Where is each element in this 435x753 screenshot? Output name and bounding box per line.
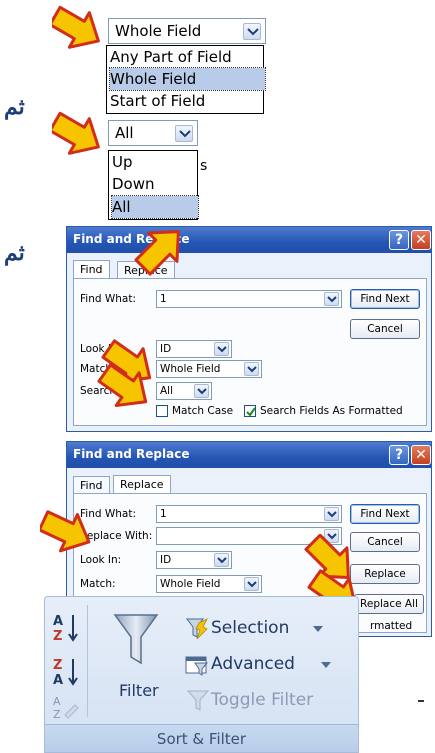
chevron-down-icon[interactable]: [324, 292, 339, 306]
tab-find[interactable]: Find: [73, 260, 110, 279]
replace-dialog-titlebar[interactable]: Find and Replace ? ✕: [67, 442, 431, 468]
advanced-filter-icon[interactable]: [185, 653, 209, 681]
svg-text:Z: Z: [53, 658, 62, 673]
match-select[interactable]: Whole Field: [156, 575, 262, 593]
match-option-whole-field[interactable]: Whole Field: [109, 67, 266, 91]
svg-text:A: A: [53, 695, 61, 708]
match-options-list[interactable]: Any Part of Field Whole Field Start of F…: [106, 45, 266, 114]
close-icon[interactable]: ✕: [411, 230, 431, 250]
chevron-down-icon[interactable]: [243, 23, 261, 40]
cancel-button[interactable]: Cancel: [350, 319, 420, 339]
search-option-all[interactable]: All: [111, 195, 199, 219]
clipped-text: s: [200, 158, 208, 174]
group-footer: Sort & Filter: [45, 724, 358, 752]
replace-dialog-title: Find and Replace: [73, 447, 190, 461]
svg-text:A: A: [53, 673, 63, 688]
chevron-down-icon[interactable]: [313, 626, 323, 632]
advanced-label[interactable]: Advanced: [211, 654, 295, 674]
svg-text:A: A: [53, 614, 63, 629]
search-option-up[interactable]: Up: [112, 151, 196, 173]
match-combo[interactable]: Whole Field: [108, 18, 266, 44]
find-what-label: Find What:: [80, 293, 136, 305]
chevron-down-icon[interactable]: [244, 362, 259, 376]
side-label-then-2: ثم: [4, 240, 25, 266]
sort-ascending-icon[interactable]: AZ: [53, 611, 79, 649]
chevron-down-icon[interactable]: [214, 342, 229, 356]
chevron-down-icon[interactable]: [324, 507, 339, 521]
chevron-down-icon[interactable]: [214, 553, 229, 567]
pointer-arrow-icon: [130, 222, 192, 278]
match-combo-value: Whole Field: [115, 22, 202, 40]
match-label: Match:: [80, 578, 116, 590]
side-label-then-1: ثم: [4, 94, 25, 120]
chevron-down-icon[interactable]: [194, 384, 209, 398]
search-combo[interactable]: All: [108, 120, 198, 146]
toggle-filter-icon[interactable]: [186, 689, 210, 715]
search-combo-value: All: [115, 124, 134, 142]
help-icon[interactable]: ?: [389, 445, 409, 465]
search-formatted-label: Search Fields As Formatted: [260, 405, 403, 417]
toggle-filter-label[interactable]: Toggle Filter: [211, 690, 313, 710]
match-case-label: Match Case: [172, 405, 234, 417]
find-what-input[interactable]: 1: [156, 505, 342, 523]
look-in-select[interactable]: ID: [156, 340, 232, 358]
filter-label[interactable]: Filter: [119, 681, 159, 700]
find-what-input[interactable]: 1: [156, 290, 342, 308]
pointer-arrow-icon: [52, 110, 110, 158]
clear-sort-icon[interactable]: AZ: [53, 693, 79, 725]
pointer-arrow-icon: [40, 510, 99, 554]
find-next-button[interactable]: Find Next: [350, 504, 420, 524]
sort-descending-icon[interactable]: ZA: [53, 655, 79, 693]
close-icon[interactable]: ✕: [411, 445, 431, 465]
tab-replace[interactable]: Replace: [113, 475, 171, 494]
search-formatted-checkbox[interactable]: [244, 405, 256, 417]
match-option-any-part[interactable]: Any Part of Field: [110, 46, 260, 68]
svg-text:Z: Z: [53, 708, 61, 721]
search-options-list[interactable]: Up Down All: [108, 150, 199, 220]
checkmark-icon: [246, 407, 256, 417]
chevron-down-icon[interactable]: [321, 662, 331, 668]
sort-filter-group: AZ ZA AZ Filter Selection Advanced Toggl…: [44, 596, 359, 753]
selection-filter-icon[interactable]: [185, 617, 209, 645]
group-label: Sort & Filter: [156, 730, 247, 748]
selection-label[interactable]: Selection: [211, 618, 289, 638]
look-in-label: Look In:: [80, 554, 122, 566]
match-option-start[interactable]: Start of Field: [110, 90, 260, 112]
partial-formatted-text: rmatted: [370, 620, 413, 632]
pointer-arrow-icon: [96, 362, 158, 414]
search-select[interactable]: All: [156, 382, 212, 400]
chevron-down-icon[interactable]: [175, 125, 193, 142]
svg-text:Z: Z: [53, 629, 62, 644]
find-next-button[interactable]: Find Next: [350, 289, 420, 309]
match-select[interactable]: Whole Field: [156, 360, 262, 378]
look-in-select[interactable]: ID: [156, 551, 232, 569]
divider: [87, 605, 88, 717]
pointer-arrow-icon: [52, 4, 110, 52]
find-dialog-titlebar[interactable]: Find and Replace ? ✕: [67, 227, 431, 253]
chevron-down-icon[interactable]: [244, 577, 259, 591]
search-option-down[interactable]: Down: [112, 173, 196, 195]
funnel-icon[interactable]: [113, 613, 159, 669]
help-icon[interactable]: ?: [389, 230, 409, 250]
stray-mark: [418, 700, 424, 702]
